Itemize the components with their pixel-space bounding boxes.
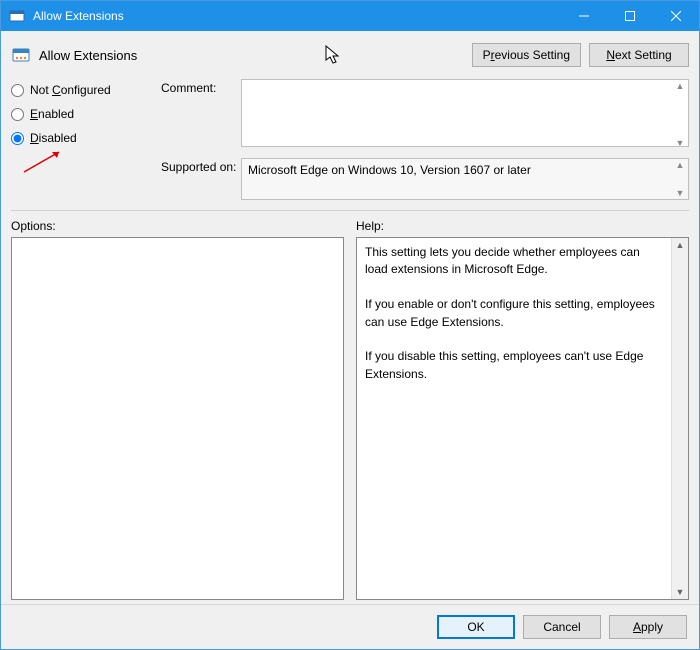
annotation-arrow-icon <box>19 147 69 177</box>
scroll-down-icon: ▼ <box>676 585 685 599</box>
radio-enabled-input[interactable] <box>11 108 24 121</box>
supported-field-wrap: Microsoft Edge on Windows 10, Version 16… <box>241 158 689 200</box>
supported-on-text: Microsoft Edge on Windows 10, Version 16… <box>241 158 689 200</box>
apply-button[interactable]: Apply <box>609 615 687 639</box>
help-column: Help: This setting lets you decide wheth… <box>356 219 689 600</box>
policy-title: Allow Extensions <box>39 48 464 63</box>
scroll-up-icon: ▲ <box>674 81 686 91</box>
dialog-window: Allow Extensions Allow Extensions Previo… <box>0 0 700 650</box>
radio-not-configured-input[interactable] <box>11 84 24 97</box>
close-button[interactable] <box>653 1 699 31</box>
comment-field-wrap: ▲ ▼ <box>241 79 689 150</box>
footer: OK Cancel Apply <box>1 604 699 649</box>
columns: Options: Help: This setting lets you dec… <box>1 215 699 604</box>
config-area: Not Configured Enabled Disabled Comment:… <box>1 75 699 206</box>
minimize-button[interactable] <box>561 1 607 31</box>
help-box-wrap: This setting lets you decide whether emp… <box>356 237 689 600</box>
options-label: Options: <box>11 219 344 233</box>
app-icon <box>9 8 25 24</box>
comment-textarea[interactable] <box>241 79 689 147</box>
policy-icon <box>11 45 31 65</box>
state-radio-group: Not Configured Enabled Disabled <box>11 79 161 145</box>
scroll-up-icon: ▲ <box>676 238 685 252</box>
header-row: Allow Extensions Previous Setting Next S… <box>1 31 699 75</box>
previous-setting-button[interactable]: Previous Setting <box>472 43 581 67</box>
options-column: Options: <box>11 219 344 600</box>
help-text: This setting lets you decide whether emp… <box>357 238 671 599</box>
radio-enabled[interactable]: Enabled <box>11 107 161 121</box>
maximize-button[interactable] <box>607 1 653 31</box>
radio-disabled[interactable]: Disabled <box>11 131 161 145</box>
separator <box>11 210 689 211</box>
scroll-down-icon: ▼ <box>674 138 686 148</box>
radio-not-configured[interactable]: Not Configured <box>11 83 161 97</box>
next-setting-button[interactable]: Next Setting <box>589 43 689 67</box>
help-scrollbar[interactable]: ▲ ▼ <box>671 238 688 599</box>
comment-label: Comment: <box>161 79 241 95</box>
help-label: Help: <box>356 219 689 233</box>
supported-label: Supported on: <box>161 158 241 174</box>
titlebar: Allow Extensions <box>1 1 699 31</box>
window-title: Allow Extensions <box>33 9 561 23</box>
scroll-up-icon: ▲ <box>674 160 686 170</box>
options-box <box>11 237 344 600</box>
ok-button[interactable]: OK <box>437 615 515 639</box>
radio-disabled-input[interactable] <box>11 132 24 145</box>
cancel-button[interactable]: Cancel <box>523 615 601 639</box>
scroll-down-icon: ▼ <box>674 188 686 198</box>
